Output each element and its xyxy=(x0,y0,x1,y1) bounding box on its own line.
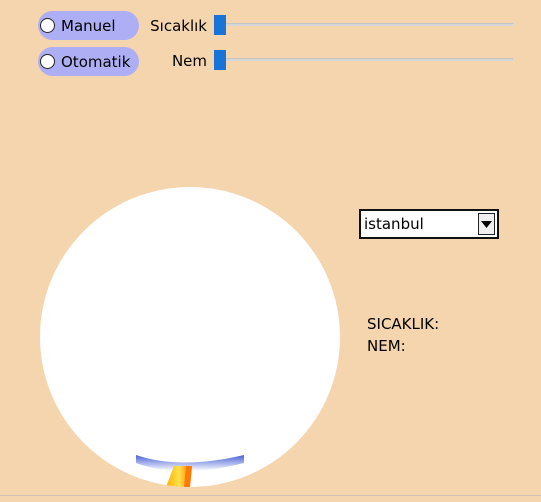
mode-radio-manuel[interactable]: Manuel xyxy=(38,11,139,40)
city-select[interactable]: istanbul xyxy=(359,209,499,239)
bottom-divider xyxy=(0,495,541,496)
radio-label-otomatik: Otomatik xyxy=(61,52,131,71)
temperature-slider-thumb[interactable] xyxy=(214,15,226,35)
thermometer-graphic xyxy=(136,455,244,487)
mode-radio-otomatik[interactable]: Otomatik xyxy=(38,47,139,76)
humidity-slider-thumb[interactable] xyxy=(214,50,226,70)
city-select-value: istanbul xyxy=(364,215,424,233)
radio-circle-manuel[interactable] xyxy=(40,18,55,33)
radio-label-manuel: Manuel xyxy=(61,16,116,35)
triangle-down-icon xyxy=(481,220,492,228)
humidity-slider-track[interactable] xyxy=(214,58,513,61)
radio-circle-otomatik[interactable] xyxy=(40,54,55,69)
temperature-slider-label: Sıcaklık xyxy=(150,17,207,35)
temperature-readout-label: SICAKLIK: xyxy=(367,315,440,333)
dropdown-arrow-icon[interactable] xyxy=(478,213,495,235)
humidity-slider-label: Nem xyxy=(171,52,207,70)
humidity-readout-label: NEM: xyxy=(367,337,406,355)
thermometer-gauge xyxy=(40,187,340,487)
temperature-slider-track[interactable] xyxy=(214,23,513,26)
